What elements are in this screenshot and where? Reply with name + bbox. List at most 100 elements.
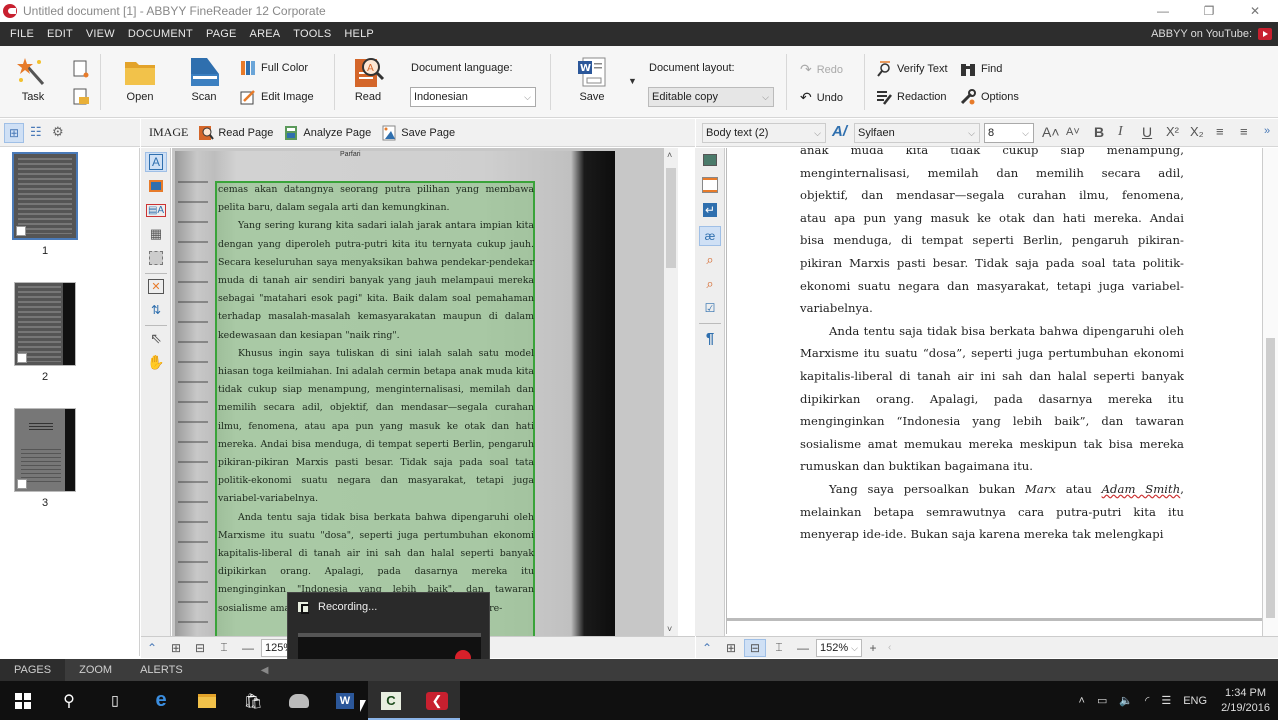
align-center-icon[interactable]: ≡ [1240, 124, 1248, 139]
find-button[interactable]: Find [960, 61, 1002, 77]
full-color-button[interactable]: Full Color [240, 60, 308, 76]
verify-tool[interactable]: ☑ [699, 298, 721, 318]
edge-button[interactable]: e [138, 681, 184, 720]
fit-page-icon[interactable]: ⊞ [720, 639, 742, 657]
text-editor-pane[interactable]: anak muda kita tidak cukup siap menampun… [726, 148, 1262, 634]
redo-button[interactable]: ↷ Redo [800, 61, 843, 78]
scroll-down-icon[interactable]: ˅ [667, 624, 672, 634]
recognized-text[interactable]: anak muda kita tidak cukup siap menampun… [800, 148, 1184, 546]
select-tool[interactable]: ⇖ [145, 328, 167, 348]
wifi-icon[interactable]: ◜ [1145, 694, 1149, 707]
options-button[interactable]: Options [960, 89, 1019, 105]
line-breaks-tool[interactable]: ↵ [699, 200, 721, 220]
align-left-icon[interactable]: ≡ [1216, 124, 1224, 139]
search-button[interactable]: ⚲ [46, 681, 92, 720]
notifications-icon[interactable]: ☰ [1161, 694, 1171, 707]
youtube-link[interactable]: ABBYY on YouTube: [1151, 22, 1272, 46]
italic-icon[interactable]: I [1118, 124, 1123, 140]
read-button[interactable]: A Read [350, 56, 386, 103]
details-view-icon[interactable]: ☷ [30, 124, 42, 140]
start-button[interactable] [0, 681, 46, 720]
tab-pages[interactable]: PAGES [0, 659, 66, 681]
paragraph-style-select[interactable]: Body text (2) ⌵ [702, 123, 826, 143]
finereader-button[interactable]: ❮ [414, 681, 460, 720]
image-vertical-scrollbar[interactable]: ˄ ˅ [664, 148, 678, 636]
spelling-flagged-word[interactable]: Adam Smith [1102, 482, 1181, 496]
zoom-in-button[interactable]: + [862, 639, 884, 657]
more-tools-icon[interactable]: » [1264, 125, 1270, 137]
menu-file[interactable]: FILE [10, 28, 34, 40]
fit-width-icon[interactable]: ⊟ [744, 638, 766, 657]
style-editor-icon[interactable]: A/ [832, 123, 847, 140]
zoom-out-button[interactable]: — [237, 639, 259, 657]
superscript-icon[interactable]: X² [1166, 124, 1179, 139]
page-properties-icon[interactable]: ⚙ [52, 124, 64, 140]
minimize-button[interactable]: — [1140, 0, 1186, 22]
picture-area-tool[interactable] [145, 176, 167, 196]
page-thumbnail-2[interactable] [14, 282, 76, 366]
increase-font-icon[interactable]: A˄ [1042, 124, 1060, 140]
uncertain-word[interactable]: Marx [1025, 482, 1056, 496]
collapse-icon[interactable]: ⌃ [141, 639, 163, 657]
close-button[interactable]: ✕ [1232, 0, 1278, 22]
redaction-button[interactable]: Redaction [876, 89, 947, 105]
clock[interactable]: 1:34 PM 2/19/2016 [1221, 686, 1270, 716]
save-button[interactable]: W Save [574, 56, 610, 103]
store-button[interactable]: 🛍 [230, 681, 276, 720]
scroll-up-icon[interactable]: ˄ [667, 150, 672, 160]
app-button[interactable] [276, 681, 322, 720]
fit-page-icon[interactable]: ⊞ [165, 639, 187, 657]
document-layout-select[interactable]: Editable copy ⌵ [648, 87, 774, 107]
text-vertical-scrollbar[interactable] [1262, 148, 1278, 636]
area-order-tool[interactable]: ⇅ [145, 300, 167, 320]
underline-icon[interactable]: U [1142, 124, 1152, 140]
analyze-page-button[interactable]: Analyze Page [283, 125, 371, 141]
volume-icon[interactable]: 🔈 [1119, 694, 1133, 707]
background-picture-tool[interactable]: ▤A [145, 200, 167, 220]
subscript-icon[interactable]: X₂ [1190, 124, 1204, 139]
text-area-tool[interactable]: A [145, 152, 167, 172]
fit-height-icon[interactable]: ⌶ [213, 639, 235, 657]
save-page-button[interactable]: Save Page [381, 125, 455, 141]
menu-help[interactable]: HELP [344, 28, 374, 40]
page-thumbnail-1[interactable] [12, 152, 78, 240]
image-pane[interactable]: Parfari cemas akan datangnya seorang put… [172, 148, 678, 636]
battery-icon[interactable]: ▭ [1097, 694, 1107, 707]
input-language[interactable]: ENG [1183, 695, 1207, 707]
thumbnail-view-icon[interactable]: ⊞ [4, 123, 24, 143]
task-button[interactable]: Task [14, 56, 52, 103]
delete-area-tool[interactable]: ✕ [145, 276, 167, 296]
zoom-out-button[interactable]: — [792, 639, 814, 657]
menu-edit[interactable]: EDIT [47, 28, 73, 40]
fit-width-icon[interactable]: ⊟ [189, 639, 211, 657]
collapse-panel-icon[interactable]: ◀ [261, 665, 269, 676]
fit-height-icon[interactable]: ⌶ [768, 639, 790, 657]
edit-image-button[interactable]: Edit Image [240, 89, 314, 105]
scan-button[interactable]: Scan [184, 56, 224, 103]
text-zoom-select[interactable]: 152% ⌵ [816, 638, 862, 657]
menu-area[interactable]: AREA [250, 28, 281, 40]
new-document-button[interactable] [72, 60, 90, 81]
menu-document[interactable]: DOCUMENT [128, 28, 193, 40]
camtasia-button[interactable]: C [368, 681, 414, 720]
collapse-icon[interactable]: ⌃ [696, 639, 718, 657]
restore-button[interactable]: ❐ [1186, 0, 1232, 22]
tab-zoom[interactable]: ZOOM [65, 659, 126, 681]
show-picture-tool[interactable] [699, 150, 721, 170]
find-next-uncertain-tool[interactable]: ⌕ [699, 274, 721, 294]
show-hidden-icons[interactable]: ˄ [1079, 695, 1085, 707]
find-previous-uncertain-tool[interactable]: ⌕ [699, 250, 721, 270]
decrease-font-icon[interactable]: A˅ [1066, 126, 1080, 138]
scroll-left-icon[interactable]: ‹ [888, 642, 891, 653]
read-page-button[interactable]: Read Page [198, 125, 273, 141]
headers-footers-tool[interactable] [699, 175, 721, 195]
table-area-tool[interactable]: ▦ [145, 224, 167, 244]
open-button[interactable]: Open [120, 56, 160, 103]
menu-tools[interactable]: TOOLS [293, 28, 331, 40]
barcode-area-tool[interactable] [145, 248, 167, 268]
show-formatting-tool[interactable]: ¶ [699, 328, 721, 348]
font-size-select[interactable]: 8 ⌵ [984, 123, 1034, 143]
save-options-dropdown[interactable]: ▼ [628, 76, 637, 86]
font-select[interactable]: Sylfaen ⌵ [854, 123, 980, 143]
document-language-select[interactable]: Indonesian ⌵ [410, 87, 536, 107]
